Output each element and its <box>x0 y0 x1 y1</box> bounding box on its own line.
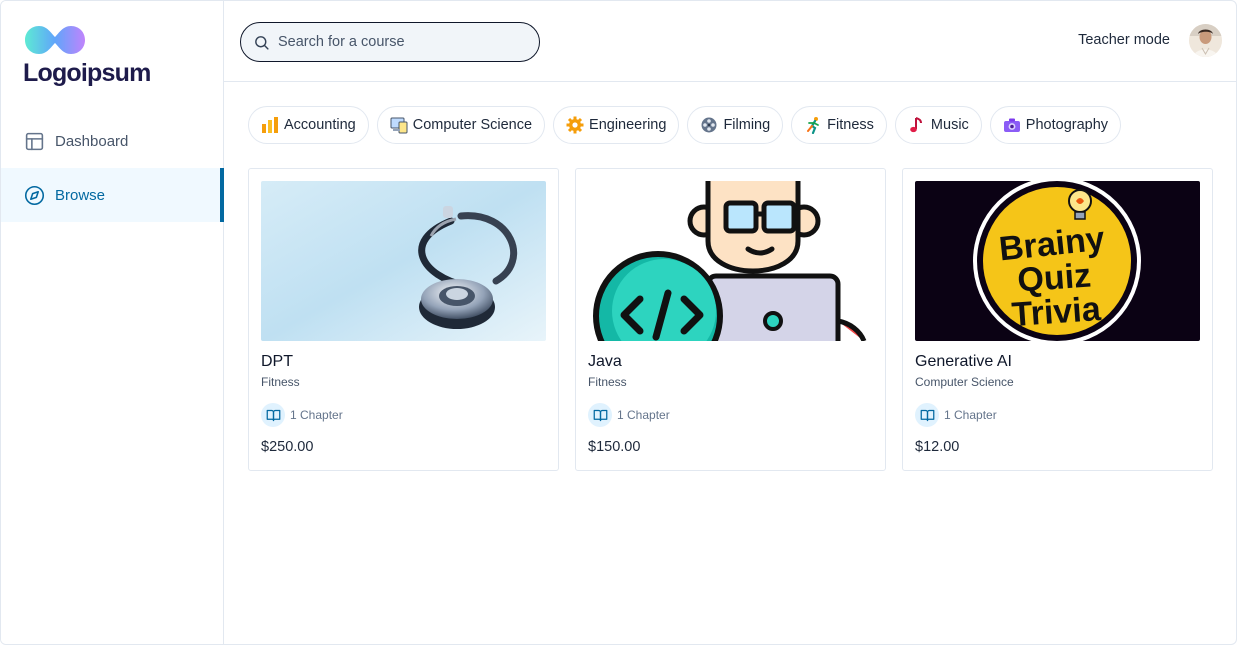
film-reel-icon <box>700 116 718 134</box>
category-filter-list: Accounting Computer Science Engineering … <box>248 106 1122 144</box>
category-chip-music[interactable]: Music <box>894 106 982 144</box>
computer-icon <box>390 116 408 134</box>
app-window: Logoipsum Dashboard Browse T <box>0 0 1237 645</box>
bar-chart-icon <box>261 116 279 134</box>
chapter-count-label: 1 Chapter <box>617 408 670 422</box>
category-label: Filming <box>723 117 771 133</box>
category-label: Computer Science <box>412 117 533 133</box>
course-price: $150.00 <box>588 439 641 455</box>
category-label: Photography <box>1025 117 1109 133</box>
course-price: $250.00 <box>261 439 314 455</box>
course-category: Fitness <box>261 375 300 389</box>
category-chip-photography[interactable]: Photography <box>989 106 1122 144</box>
logo-mark-icon <box>25 26 85 54</box>
course-title: DPT <box>261 353 293 370</box>
chapter-count-label: 1 Chapter <box>290 408 343 422</box>
sidebar-item-browse[interactable]: Browse <box>1 168 224 222</box>
course-title: Java <box>588 353 622 370</box>
book-open-icon <box>588 403 612 427</box>
category-chip-computer-science[interactable]: Computer Science <box>376 106 546 144</box>
music-note-icon <box>908 116 926 134</box>
book-open-icon <box>261 403 285 427</box>
top-bar: Teacher mode <box>224 1 1236 82</box>
sidebar-item-label: Browse <box>55 186 106 204</box>
course-grid: DPT Fitness 1 Chapter $250.00 Java Fitne… <box>248 168 1213 471</box>
logo-text: Logoipsum <box>23 59 151 87</box>
category-chip-accounting[interactable]: Accounting <box>248 106 369 144</box>
search-icon <box>255 35 269 50</box>
book-open-icon <box>915 403 939 427</box>
programmer-illustration <box>588 181 873 341</box>
chapter-count-label: 1 Chapter <box>944 408 997 422</box>
course-thumbnail <box>261 181 546 341</box>
course-card-dpt[interactable]: DPT Fitness 1 Chapter $250.00 <box>248 168 559 471</box>
search-input[interactable] <box>278 34 518 50</box>
chapter-count: 1 Chapter <box>261 403 546 427</box>
avatar[interactable] <box>1189 24 1222 57</box>
stethoscope-image <box>261 181 546 341</box>
course-category: Computer Science <box>915 375 1014 389</box>
sidebar-nav: Dashboard Browse <box>1 114 224 222</box>
category-label: Music <box>930 117 969 133</box>
quiz-logo-image: Brainy Quiz Trivia <box>915 181 1200 341</box>
category-label: Accounting <box>284 117 356 133</box>
runner-icon <box>804 116 822 134</box>
camera-icon <box>1003 116 1021 134</box>
sidebar: Logoipsum Dashboard Browse <box>1 1 224 644</box>
user-avatar-image <box>1189 24 1222 57</box>
course-title: Generative AI <box>915 353 1012 370</box>
category-chip-fitness[interactable]: Fitness <box>791 106 887 144</box>
course-price: $12.00 <box>915 439 960 455</box>
course-card-generative-ai[interactable]: Brainy Quiz Trivia Generative AI Compute… <box>902 168 1213 471</box>
logo-text-line-3: Trivia <box>1011 290 1103 334</box>
gear-icon <box>566 116 584 134</box>
course-thumbnail <box>588 181 873 341</box>
category-chip-engineering[interactable]: Engineering <box>553 106 680 144</box>
category-label: Engineering <box>589 117 667 133</box>
sidebar-item-dashboard[interactable]: Dashboard <box>1 114 223 168</box>
course-thumbnail: Brainy Quiz Trivia <box>915 181 1200 341</box>
course-category: Fitness <box>588 375 627 389</box>
sidebar-item-label: Dashboard <box>55 132 129 150</box>
category-label: Fitness <box>827 117 874 133</box>
teacher-mode-button[interactable]: Teacher mode <box>1078 32 1170 48</box>
compass-icon <box>24 185 45 205</box>
chapter-count: 1 Chapter <box>915 403 1200 427</box>
logo[interactable]: Logoipsum <box>23 23 183 93</box>
course-card-java[interactable]: Java Fitness 1 Chapter $150.00 <box>575 168 886 471</box>
search-bar[interactable] <box>240 22 540 62</box>
chapter-count: 1 Chapter <box>588 403 873 427</box>
layout-icon <box>25 132 44 150</box>
category-chip-filming[interactable]: Filming <box>687 106 784 144</box>
